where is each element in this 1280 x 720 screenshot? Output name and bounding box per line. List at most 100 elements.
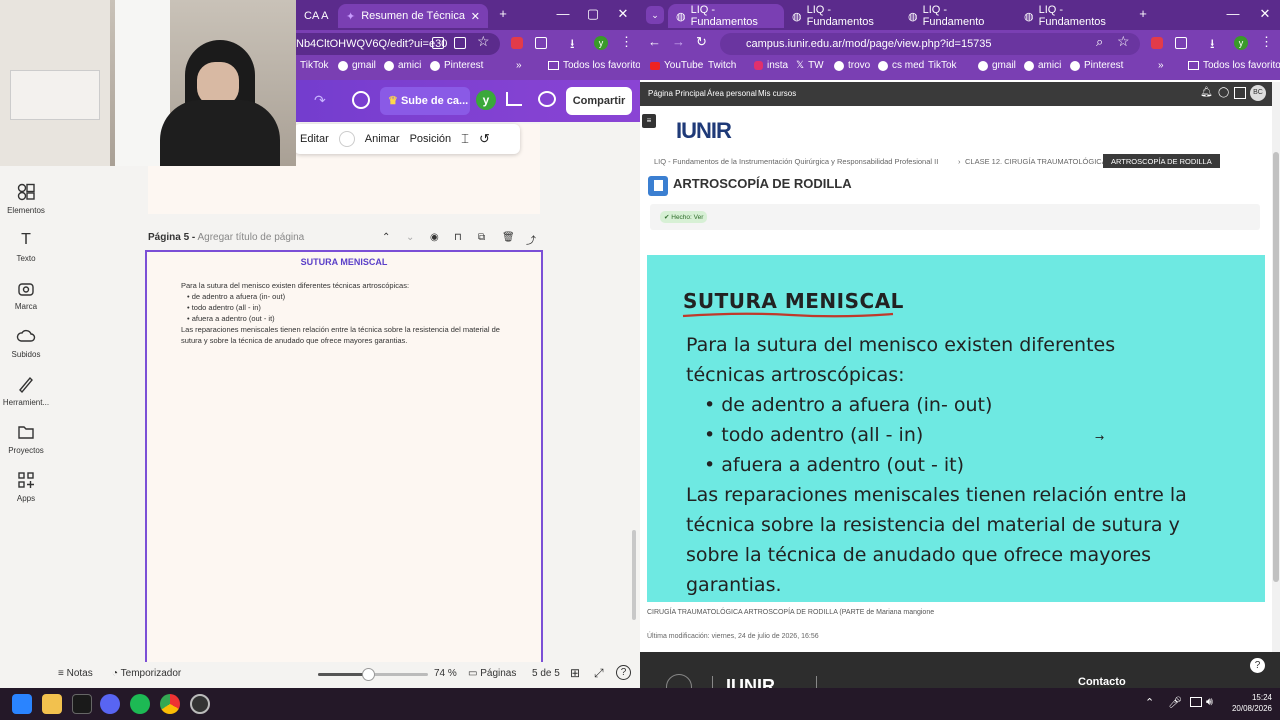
pages-button[interactable]: ▭ Páginas bbox=[468, 668, 516, 679]
url-input[interactable]: campus.iunir.edu.ar/mod/page/view.php?id… bbox=[720, 33, 1140, 55]
maximize-button[interactable]: ▢ bbox=[580, 4, 606, 24]
browser-tab[interactable]: ◍ LIQ - Fundamentos bbox=[784, 4, 900, 28]
minimize-button[interactable]: — bbox=[1220, 4, 1246, 24]
position-button[interactable]: Posición bbox=[410, 133, 452, 145]
nav-home[interactable]: Página Principal bbox=[648, 89, 706, 98]
browser-tab-active[interactable]: ◍ LIQ - Fundamentos bbox=[668, 4, 784, 28]
nav-my-courses[interactable]: Mis cursos bbox=[758, 89, 796, 98]
close-window-button[interactable]: ✕ bbox=[610, 4, 636, 24]
cloud-save-icon[interactable] bbox=[352, 91, 370, 109]
menu-icon[interactable]: ⋮ bbox=[620, 34, 633, 50]
bookmark-gmail[interactable]: gmail bbox=[978, 60, 1016, 71]
back-icon[interactable]: ← bbox=[648, 34, 661, 49]
help-icon[interactable]: ? bbox=[1250, 658, 1265, 673]
new-tab-button[interactable]: + bbox=[490, 4, 516, 24]
bookmark-insta[interactable]: insta bbox=[754, 60, 788, 71]
duplicate-icon[interactable]: ⧉ bbox=[478, 232, 485, 243]
analytics-icon[interactable] bbox=[506, 92, 522, 106]
page-scrollbar-thumb[interactable] bbox=[1273, 152, 1279, 582]
zoom-slider[interactable] bbox=[318, 668, 428, 681]
star-icon[interactable]: ☆ bbox=[477, 33, 490, 50]
minimize-button[interactable]: — bbox=[550, 4, 576, 24]
add-page-icon[interactable]: ⤴ bbox=[526, 232, 536, 247]
chevron-up-icon[interactable]: ⌃ bbox=[382, 232, 390, 243]
bookmark-tiktok[interactable]: TikTok bbox=[928, 60, 957, 71]
grid-view-icon[interactable]: ⊞ bbox=[570, 666, 580, 680]
extension-icon[interactable] bbox=[1151, 37, 1163, 49]
extension-icon[interactable] bbox=[511, 37, 523, 49]
sidebar-item-elementos[interactable]: Elementos bbox=[0, 182, 52, 215]
zoom-icon[interactable]: ⌕ bbox=[1096, 34, 1103, 50]
fullscreen-icon[interactable]: ⤢ bbox=[594, 666, 604, 681]
menu-icon[interactable]: ⋮ bbox=[1260, 34, 1273, 50]
forward-icon[interactable]: → bbox=[672, 34, 685, 49]
translate-icon[interactable] bbox=[454, 37, 466, 49]
browser-tab[interactable]: CA A bbox=[296, 4, 338, 28]
doc-heading[interactable]: SUTURA MENISCAL bbox=[147, 257, 541, 267]
paint-roller-icon[interactable]: ⌶ bbox=[461, 131, 469, 147]
url-input[interactable]: Nb4CltOHWQV6Q/edit?ui=e30 bbox=[280, 33, 500, 55]
steam-icon[interactable] bbox=[190, 694, 210, 714]
all-bookmarks[interactable]: Todos los favoritos bbox=[548, 60, 640, 71]
iunir-logo[interactable]: IUNIR bbox=[676, 118, 732, 144]
footer-contact[interactable]: Contacto bbox=[1078, 676, 1126, 688]
notification-bell-icon[interactable]: 🔔︎ bbox=[1200, 87, 1213, 98]
page-title-input[interactable]: Agregar título de página bbox=[197, 232, 304, 243]
bookmark-cs-med[interactable]: cs med bbox=[878, 60, 924, 71]
bookmark-tw[interactable]: 𝕏 TW bbox=[796, 60, 824, 71]
terminal-icon[interactable] bbox=[72, 694, 92, 714]
drawer-toggle-icon[interactable]: ≡ bbox=[642, 114, 656, 128]
reload-icon[interactable]: ↻ bbox=[696, 34, 707, 50]
puzzle-icon[interactable] bbox=[535, 37, 547, 49]
sidebar-item-herramientas[interactable]: Herramient... bbox=[0, 374, 52, 407]
close-tab-icon[interactable]: ✕ bbox=[471, 10, 480, 23]
browser-tab[interactable]: ◍ LIQ - Fundamento bbox=[900, 4, 1016, 28]
timer-button[interactable]: ◔ Temporizador bbox=[112, 668, 181, 679]
chat-icon[interactable]: ◯ bbox=[1218, 87, 1229, 98]
share-button[interactable]: Compartir bbox=[566, 87, 632, 115]
comment-icon[interactable] bbox=[538, 91, 556, 107]
zoom-level[interactable]: 74 % bbox=[434, 668, 457, 679]
breadcrumb-course[interactable]: LIQ - Fundamentos de la Instrumentación … bbox=[654, 157, 938, 166]
chevron-down-icon[interactable]: ⌄ bbox=[406, 232, 414, 243]
user-avatar[interactable]: y bbox=[476, 90, 496, 110]
bookmark-amici[interactable]: amici bbox=[1024, 60, 1061, 71]
color-picker[interactable] bbox=[338, 131, 355, 147]
star-icon[interactable]: ☆ bbox=[1117, 33, 1130, 50]
bookmark-youtube[interactable]: YouTube bbox=[650, 60, 703, 71]
profile-avatar[interactable]: y bbox=[1234, 36, 1248, 50]
page-scrollbar[interactable] bbox=[1272, 82, 1280, 652]
close-window-button[interactable]: ✕ bbox=[1252, 4, 1278, 24]
puzzle-icon[interactable] bbox=[1175, 37, 1187, 49]
start-icon[interactable] bbox=[12, 694, 32, 714]
tab-search-icon[interactable]: ⌄ bbox=[646, 6, 664, 24]
download-icon[interactable]: ⭳ bbox=[570, 35, 575, 57]
bookmarks-more[interactable]: » bbox=[1158, 60, 1164, 71]
messages-icon[interactable] bbox=[1234, 87, 1246, 99]
bookmark-tiktok[interactable]: TikTok bbox=[300, 60, 329, 71]
bookmarks-more[interactable]: » bbox=[516, 60, 522, 71]
edit-button[interactable]: Editar bbox=[300, 133, 329, 145]
notes-button[interactable]: ≡ Notas bbox=[58, 668, 93, 679]
browser-tab[interactable]: ◍ LIQ - Fundamentos bbox=[1016, 4, 1132, 28]
bookmark-pinterest[interactable]: Pinterest bbox=[1070, 60, 1123, 71]
tray-chevron-icon[interactable]: ⌃ bbox=[1145, 696, 1154, 709]
sidebar-item-apps[interactable]: Apps bbox=[0, 470, 52, 503]
bookmark-twitch[interactable]: Twitch bbox=[708, 60, 736, 71]
all-bookmarks[interactable]: Todos los favoritos bbox=[1188, 60, 1280, 71]
network-icon[interactable] bbox=[1190, 697, 1202, 707]
file-explorer-icon[interactable] bbox=[42, 694, 62, 714]
upgrade-button[interactable]: ♛ Sube de ca... bbox=[380, 87, 470, 115]
volume-icon[interactable]: 🔊︎ bbox=[1206, 696, 1213, 709]
zoom-slider-thumb[interactable] bbox=[361, 668, 375, 681]
redo-icon[interactable]: ↷ bbox=[314, 92, 326, 109]
canvas-scrollbar[interactable] bbox=[632, 530, 636, 620]
doc-body[interactable]: Para la sutura del menisco existen difer… bbox=[181, 280, 501, 346]
cast-icon[interactable] bbox=[432, 37, 444, 49]
nav-dashboard[interactable]: Área personal bbox=[707, 89, 757, 98]
add-comment-icon[interactable]: ↺ bbox=[479, 131, 490, 147]
user-menu-avatar[interactable]: BC bbox=[1250, 85, 1266, 101]
breadcrumb-class[interactable]: CLASE 12. CIRUGÍA TRAUMATOLÓGICA bbox=[965, 157, 1107, 166]
eye-icon[interactable]: ◉ bbox=[430, 232, 439, 243]
spotify-icon[interactable] bbox=[130, 694, 150, 714]
